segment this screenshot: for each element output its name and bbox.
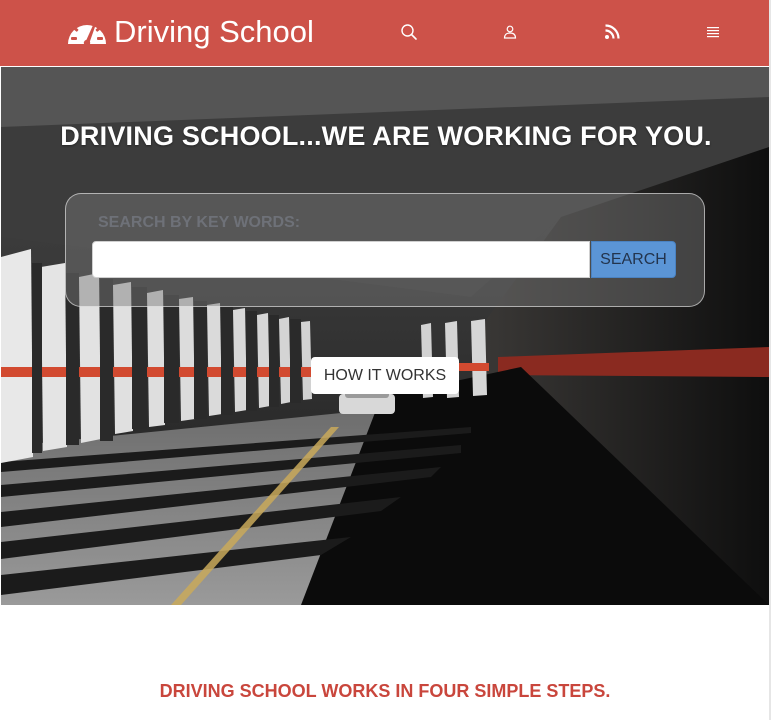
steps-heading: DRIVING SCHOOL WORKS IN FOUR SIMPLE STEP… (159, 681, 611, 701)
search-button[interactable]: SEARCH (591, 241, 676, 278)
speedometer-icon (68, 19, 106, 47)
search-icon-button[interactable] (397, 20, 421, 44)
user-icon (503, 25, 517, 39)
site-header: Driving School (0, 0, 769, 66)
how-it-works-button[interactable]: HOW IT WORKS (311, 357, 459, 394)
rss-icon (605, 24, 620, 39)
brand-logo-link[interactable]: Driving School (64, 10, 314, 54)
search-icon (401, 24, 417, 40)
menu-icon-button[interactable] (701, 20, 725, 44)
rss-icon-button[interactable] (600, 20, 624, 44)
brand-name: Driving School (114, 14, 314, 49)
search-input[interactable] (92, 241, 590, 278)
hero-title: DRIVING SCHOOL...WE ARE WORKING FOR YOU. (60, 121, 712, 151)
user-icon-button[interactable] (498, 20, 522, 44)
hero-section: DRIVING SCHOOL...WE ARE WORKING FOR YOU.… (1, 67, 769, 605)
search-label: SEARCH BY KEY WORDS: (98, 214, 301, 231)
menu-icon (707, 27, 719, 38)
